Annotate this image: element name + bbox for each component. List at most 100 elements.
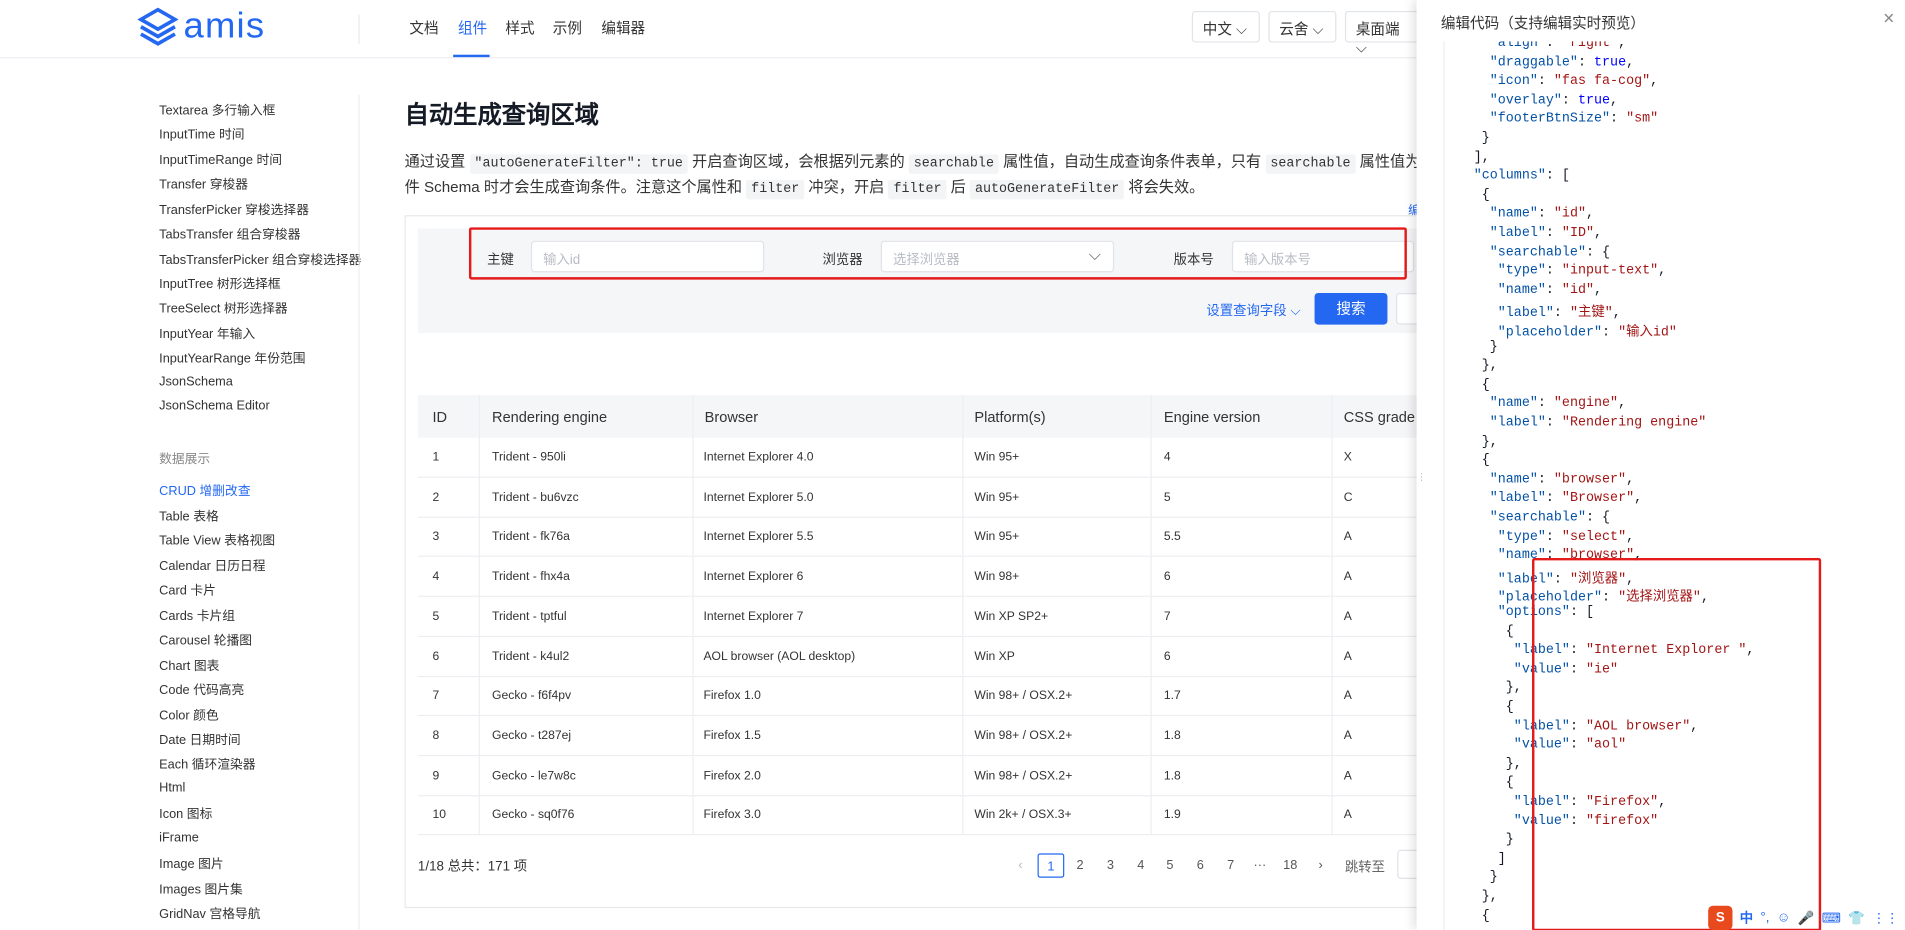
pager-page-button[interactable]: 1 <box>1037 853 1065 878</box>
code-line[interactable]: { <box>1474 700 1514 719</box>
ime-mode-icon[interactable]: 中 <box>1740 908 1753 927</box>
code-line[interactable]: { <box>1474 188 1490 207</box>
table-row[interactable]: 8 Gecko - t287ej Firefox 1.5 Win 98+ / OSX.… <box>417 716 1488 757</box>
code-line[interactable]: }, <box>1474 359 1498 378</box>
code-line[interactable]: { <box>1474 776 1514 795</box>
code-line[interactable]: } <box>1474 833 1514 852</box>
sidebar-item[interactable]: Carousel 轮播图 <box>159 631 252 649</box>
sidebar-item[interactable]: Images 图片集 <box>159 880 243 898</box>
column-header-platform[interactable]: Platform(s) <box>974 408 1045 425</box>
code-line[interactable]: "type": "input-text", <box>1474 264 1666 283</box>
code-line[interactable]: ], <box>1474 150 1490 169</box>
code-line[interactable]: "searchable": { <box>1474 245 1610 264</box>
code-line[interactable]: "label": "主键", <box>1474 302 1621 322</box>
table-row[interactable]: 2 Trident - bu6vzc Internet Explorer 5.0 Wi… <box>417 477 1488 518</box>
table-row[interactable]: 7 Gecko - f6f4pv Firefox 1.0 Win 98+ / OSX.… <box>417 676 1488 717</box>
code-line[interactable]: "label": "ID", <box>1474 226 1602 245</box>
table-row[interactable]: 1 Trident - 950li Internet Explorer 4.0 Win… <box>417 438 1488 478</box>
pager-page-button[interactable]: 5 <box>1157 853 1184 877</box>
code-line[interactable]: } <box>1474 131 1490 150</box>
sidebar-item[interactable]: Date 日期时间 <box>159 731 241 749</box>
code-line[interactable]: "overlay": true, <box>1474 93 1618 112</box>
json-code-editor[interactable]: "align": "right", "draggable": true, "ic… <box>1443 41 1900 930</box>
code-line[interactable]: "label": "Rendering engine" <box>1474 416 1707 435</box>
nav-styles[interactable]: 样式 <box>505 17 534 38</box>
sidebar-item[interactable]: Table 表格 <box>159 507 219 525</box>
code-line[interactable]: "name": "id", <box>1474 207 1594 226</box>
column-header-grade[interactable]: CSS grade <box>1344 408 1415 425</box>
code-line[interactable]: ] <box>1474 852 1506 871</box>
pager-page-button[interactable]: 6 <box>1187 853 1214 877</box>
table-row[interactable]: 9 Gecko - le7w8c Firefox 2.0 Win 98+ / OSX.… <box>417 756 1488 796</box>
pager-page-button[interactable]: 7 <box>1217 853 1244 877</box>
pager-page-button[interactable]: ··· <box>1247 853 1274 877</box>
sidebar-item[interactable]: JsonSchema <box>159 374 233 389</box>
code-line[interactable]: { <box>1474 909 1490 928</box>
sidebar-item[interactable]: Table View 表格视图 <box>159 531 275 549</box>
code-line[interactable]: "name": "engine", <box>1474 397 1626 416</box>
close-icon[interactable]: × <box>1883 9 1894 31</box>
column-header-engine[interactable]: Rendering engine <box>492 408 607 425</box>
sidebar-item[interactable]: Chart 图表 <box>159 656 219 674</box>
resize-handle-icon[interactable]: ⋮ <box>1417 472 1427 483</box>
code-line[interactable]: "label": "Browser", <box>1474 492 1642 511</box>
ime-skin-icon[interactable]: 👕 <box>1848 910 1865 926</box>
table-row[interactable]: 3 Trident - fk76a Internet Explorer 5.5 Win… <box>417 517 1488 558</box>
code-line[interactable]: "type": "select", <box>1474 530 1634 549</box>
code-line[interactable]: { <box>1474 624 1514 643</box>
pager-page-button[interactable]: 4 <box>1127 853 1154 877</box>
pager-page-button[interactable]: 3 <box>1097 853 1124 877</box>
sidebar-item[interactable]: TabsTransferPicker 组合穿梭选择器 <box>159 250 361 268</box>
code-line[interactable]: { <box>1474 454 1490 473</box>
ime-keyboard-icon[interactable]: ⌨ <box>1822 910 1841 926</box>
table-row[interactable]: 4 Trident - fhx4a Internet Explorer 6 Win 9… <box>417 557 1488 598</box>
code-line[interactable]: }, <box>1474 757 1522 776</box>
sidebar-item[interactable]: GridNav 宫格导航 <box>159 904 260 922</box>
code-line[interactable]: "icon": "fas fa-cog", <box>1474 74 1658 93</box>
sidebar-item[interactable]: TabsTransfer 组合穿梭器 <box>159 225 300 243</box>
sidebar-item[interactable]: Textarea 多行输入框 <box>159 101 275 119</box>
code-line[interactable]: "name": "id", <box>1474 283 1602 302</box>
sidebar-item[interactable]: InputYear 年输入 <box>159 325 255 343</box>
nav-examples[interactable]: 示例 <box>553 17 582 38</box>
column-header-browser[interactable]: Browser <box>705 408 758 425</box>
code-line[interactable]: }, <box>1474 681 1522 700</box>
nav-docs[interactable]: 文档 <box>409 17 438 38</box>
platform-select[interactable]: 桌面端 ⌵ <box>1344 10 1421 56</box>
code-line[interactable]: "footerBtnSize": "sm" <box>1474 112 1658 131</box>
sidebar-item[interactable]: Icon 图标 <box>159 805 212 823</box>
code-line[interactable]: }, <box>1474 435 1498 454</box>
ime-logo-icon[interactable]: S <box>1708 905 1733 930</box>
pager-next-button[interactable]: › <box>1307 853 1334 877</box>
sidebar-item[interactable]: InputTime 时间 <box>159 125 244 143</box>
ime-emoji-icon[interactable]: ☺ <box>1777 911 1791 926</box>
ime-punct-icon[interactable]: °, <box>1760 911 1769 926</box>
search-button[interactable]: 搜索 <box>1314 292 1388 325</box>
ime-menu-icon[interactable]: ⋮⋮ <box>1872 910 1899 926</box>
code-line[interactable]: "draggable": true, <box>1474 55 1634 74</box>
sidebar-item[interactable]: Each 循环渲染器 <box>159 755 255 773</box>
pager-page-button[interactable]: 2 <box>1067 853 1094 877</box>
code-line[interactable]: "align": "right", <box>1474 41 1626 55</box>
sidebar-item[interactable]: InputYearRange 年份范围 <box>159 349 305 367</box>
code-line[interactable]: "searchable": { <box>1474 511 1610 530</box>
sidebar-item[interactable]: JsonSchema Editor <box>159 399 270 414</box>
code-line[interactable]: "columns": [ <box>1474 169 1570 188</box>
sidebar-item[interactable]: InputTimeRange 时间 <box>159 151 282 169</box>
code-line[interactable]: } <box>1474 340 1498 359</box>
sidebar-item[interactable]: TransferPicker 穿梭选择器 <box>159 201 309 219</box>
ime-voice-icon[interactable]: 🎤 <box>1798 910 1815 926</box>
code-line[interactable]: "name": "browser", <box>1474 473 1634 492</box>
sidebar-item-crud[interactable]: CRUD 增删改查 <box>159 481 250 499</box>
sidebar-item[interactable]: Transfer 穿梭器 <box>159 175 248 193</box>
column-header-id[interactable]: ID <box>433 408 448 425</box>
table-row[interactable]: 10 Gecko - sq0f76 Firefox 3.0 Win 2k+ / OSX… <box>417 795 1488 836</box>
sidebar-item[interactable]: Image 图片 <box>159 855 224 873</box>
code-line[interactable]: }, <box>1474 890 1498 909</box>
sidebar-item[interactable]: Cards 卡片组 <box>159 607 235 625</box>
language-select[interactable]: 中文 ⌵ <box>1191 10 1260 43</box>
code-line[interactable]: { <box>1474 378 1490 397</box>
amis-logo[interactable]: amis <box>137 6 265 47</box>
sidebar-item[interactable]: iFrame <box>159 830 199 845</box>
sidebar-item[interactable]: Html <box>159 780 185 795</box>
